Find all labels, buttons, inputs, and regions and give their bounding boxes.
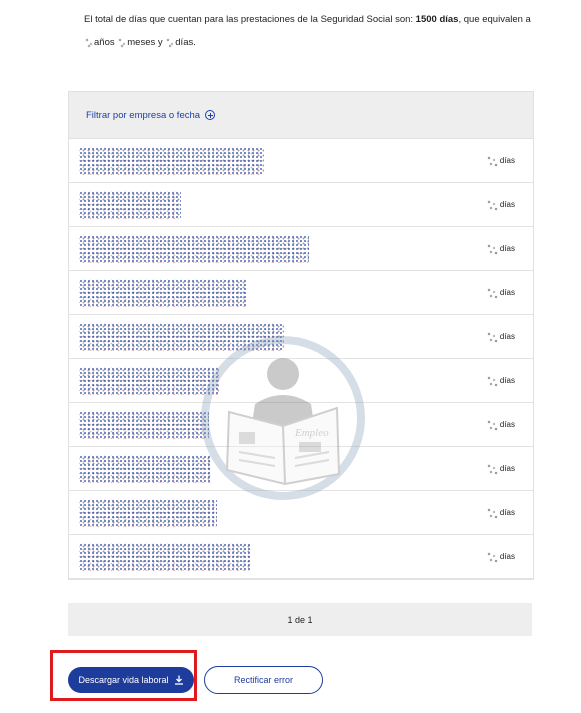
redacted-employer-name — [79, 190, 181, 219]
row-days: días — [484, 549, 515, 564]
list-item: días — [69, 139, 533, 183]
summary-prefix: El total de días que cuentan para las pr… — [84, 14, 416, 25]
plus-circle-icon — [205, 110, 216, 120]
redacted-employer-name — [79, 278, 247, 307]
redacted-employer-name — [79, 146, 264, 175]
days-suffix: días — [499, 376, 515, 385]
list-item: días — [69, 403, 533, 447]
redacted-days-count — [484, 153, 499, 168]
redacted-employer-name — [79, 542, 251, 571]
row-days: días — [484, 197, 515, 212]
row-days: días — [484, 285, 515, 300]
list-item: días — [69, 447, 533, 491]
redacted-employer-name — [79, 410, 209, 439]
days-suffix: días — [499, 156, 515, 165]
months-label: meses y — [127, 37, 163, 48]
redacted-months-value — [117, 36, 128, 49]
filter-bar: Filtrar por empresa o fecha — [69, 92, 533, 139]
filter-link[interactable]: Filtrar por empresa o fecha — [86, 109, 216, 121]
days-suffix: días — [499, 332, 515, 341]
row-days: días — [484, 329, 515, 344]
summary-line-1: El total de días que cuentan para las pr… — [84, 8, 564, 31]
redacted-employer-name — [79, 454, 211, 483]
download-work-history-button[interactable]: Descargar vida laboral — [68, 667, 194, 693]
download-icon — [174, 675, 183, 685]
employment-history-panel: Filtrar por empresa o fecha días días dí… — [68, 91, 534, 580]
list-item: días — [69, 227, 533, 271]
download-button-label: Descargar vida laboral — [78, 675, 169, 685]
redacted-days-value — [165, 36, 176, 49]
days-suffix: días — [499, 552, 515, 561]
days-suffix: días — [499, 420, 515, 429]
years-label: años — [94, 37, 115, 48]
days-label: días. — [175, 37, 196, 48]
employment-list: días días días días días días días días — [69, 139, 533, 579]
list-item: días — [69, 271, 533, 315]
redacted-years-value — [84, 36, 94, 49]
pagination-label: 1 de 1 — [287, 614, 313, 625]
row-days: días — [484, 417, 515, 432]
days-suffix: días — [499, 508, 515, 517]
redacted-days-count — [484, 505, 499, 520]
list-item: días — [69, 359, 533, 403]
redacted-days-count — [484, 241, 499, 256]
row-days: días — [484, 461, 515, 476]
redacted-employer-name — [79, 366, 219, 395]
action-bar: Descargar vida laboral Rectificar error — [0, 648, 581, 704]
redacted-days-count — [484, 549, 499, 564]
redacted-days-count — [484, 285, 499, 300]
redacted-employer-name — [79, 498, 217, 527]
redacted-days-count — [484, 417, 499, 432]
redacted-days-count — [484, 197, 499, 212]
days-suffix: días — [499, 288, 515, 297]
redacted-days-count — [484, 373, 499, 388]
total-days-summary: El total de días que cuentan para las pr… — [84, 8, 564, 54]
days-suffix: días — [499, 244, 515, 253]
redacted-days-count — [484, 461, 499, 476]
row-days: días — [484, 153, 515, 168]
rectify-error-button[interactable]: Rectificar error — [204, 666, 323, 694]
summary-suffix: , que equivalen a — [458, 14, 531, 25]
rectify-button-label: Rectificar error — [233, 675, 293, 685]
list-item: días — [69, 535, 533, 579]
row-days: días — [484, 373, 515, 388]
row-days: días — [484, 241, 515, 256]
pagination: 1 de 1 — [68, 603, 532, 636]
redacted-employer-name — [79, 322, 284, 351]
list-item: días — [69, 491, 533, 535]
row-days: días — [484, 505, 515, 520]
days-suffix: días — [499, 200, 515, 209]
days-suffix: días — [499, 464, 515, 473]
list-item: días — [69, 183, 533, 227]
redacted-days-count — [484, 329, 499, 344]
filter-label: Filtrar por empresa o fecha — [86, 109, 201, 121]
summary-total-days: 1500 días — [415, 14, 459, 25]
summary-line-2: años meses y días. — [84, 31, 564, 54]
list-item: días — [69, 315, 533, 359]
redacted-employer-name — [79, 234, 309, 263]
